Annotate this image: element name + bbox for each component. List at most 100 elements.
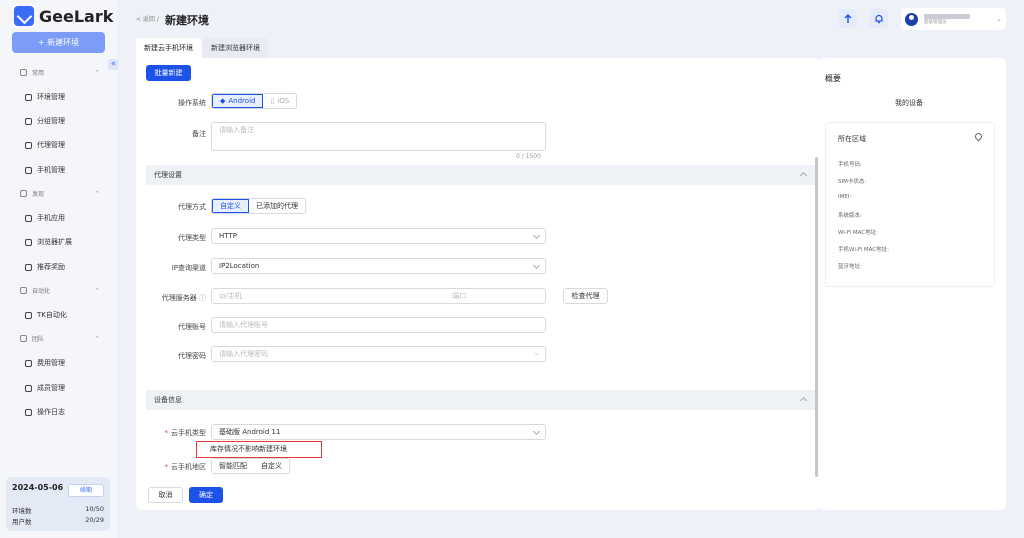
ip-channel-label: IP查询渠道 (171, 264, 206, 272)
device-info-section[interactable]: 设备信息 (146, 390, 816, 410)
os-option-label: iOS (277, 97, 290, 105)
phone-type-label-text: 云手机类型 (171, 429, 206, 437)
device-field: 手机Wi-Fi MAC地址: (838, 247, 889, 253)
breadcrumb-back[interactable]: < 返回 / (136, 14, 159, 23)
nav-group-discover[interactable]: 发现 ⌃ (20, 189, 100, 198)
tab-browser[interactable]: 新建浏览器环境 (203, 38, 268, 59)
sidebar-item-label: 费用管理 (37, 359, 65, 367)
members-icon (25, 384, 32, 392)
nav-group-label: 团队 (32, 336, 45, 343)
sidebar-item-phone-management[interactable]: 手机管理 (25, 165, 65, 175)
chevron-down-icon (532, 427, 541, 436)
proxy-mode-saved[interactable]: 已添加的代理 (249, 199, 305, 213)
os-option-android[interactable]: ◆ Android (212, 94, 264, 108)
ip-channel-select[interactable]: IP2Location (211, 258, 546, 274)
sidebar-item-label: 手机应用 (37, 214, 65, 222)
region-label-text: 云手机地区 (171, 463, 206, 471)
notification-button[interactable] (869, 9, 888, 28)
batch-create-button[interactable]: 批量新建 (146, 65, 191, 81)
log-icon (25, 408, 32, 416)
user-role: 超级管理员 (924, 19, 947, 25)
nav-group-common[interactable]: 常用 ⌃ (20, 68, 100, 77)
region-title: 所在区域 (838, 135, 866, 143)
proxy-account-input[interactable]: 请输入代理账号 (211, 317, 546, 333)
os-option-label: Android (228, 97, 256, 105)
new-environment-button[interactable]: + 新建环境 (12, 32, 105, 53)
home-icon (20, 69, 27, 76)
sidebar-item-browser-extensions[interactable]: 浏览器扩展 (25, 237, 72, 247)
proxy-server-input[interactable]: ip/主机:端口 (211, 288, 546, 304)
device-field: 蓝牙地址: (838, 264, 862, 270)
device-field: SIM卡状态: (838, 179, 867, 185)
region-selector: 智能匹配 自定义 (211, 458, 290, 474)
sidebar-item-label: TK自动化 (37, 311, 67, 319)
device-field: Wi-Fi MAC地址: (838, 230, 878, 236)
sidebar-item-proxy-management[interactable]: 代理管理 (25, 140, 65, 150)
proxy-mode-custom[interactable]: 自定义 (212, 199, 249, 213)
region-label: * 云手机地区 (136, 462, 207, 472)
os-selector: ◆ Android ▯ iOS (211, 93, 298, 109)
tiktok-icon (25, 311, 32, 319)
region-option-smart[interactable]: 智能匹配 (212, 459, 254, 473)
env-count-value: 10/50 (85, 505, 104, 513)
sidebar-item-operation-log[interactable]: 操作日志 (25, 407, 65, 417)
note-placeholder: 请输入备注 (219, 126, 254, 134)
proxy-mode-label: 代理方式 (178, 203, 206, 211)
proxy-settings-section[interactable]: 代理设置 (146, 165, 816, 185)
discover-icon (20, 190, 27, 197)
required-mark: * (164, 429, 169, 437)
sidebar-item-group-management[interactable]: 分组管理 (25, 116, 65, 126)
sidebar-item-label: 手机管理 (37, 166, 65, 174)
user-menu[interactable]: 超级管理员 ⌄ (901, 8, 1006, 30)
device-field: 手机号码: (838, 162, 862, 168)
proxy-password-input[interactable]: 请输入代理密码 ⌣ (211, 346, 546, 362)
chevron-up-icon: ⌃ (94, 68, 100, 77)
upload-button[interactable] (838, 9, 857, 28)
sidebar-item-label: 浏览器扩展 (37, 238, 72, 246)
extension-icon (25, 238, 32, 246)
nav-group-team[interactable]: 团队 ⌃ (20, 334, 100, 343)
device-field: 系统版本: (838, 213, 862, 219)
region-option-custom[interactable]: 自定义 (254, 459, 289, 473)
sidebar-item-phone-apps[interactable]: 手机应用 (25, 213, 65, 223)
nav-group-label: 自动化 (32, 288, 51, 295)
team-icon (20, 335, 27, 342)
sidebar-item-referral-rewards[interactable]: 推荐奖励 (25, 262, 65, 272)
help-icon[interactable]: ⓘ (199, 294, 206, 302)
note-textarea[interactable]: 请输入备注 (211, 122, 546, 151)
required-mark: * (164, 463, 169, 471)
section-title: 代理设置 (154, 171, 182, 179)
renew-button[interactable]: 续期 (68, 484, 104, 497)
chevron-down-icon (532, 261, 541, 270)
user-count-label: 用户数 (12, 518, 32, 526)
phone-type-select[interactable]: 基础版 Android 11 (211, 424, 546, 440)
nav-group-label: 常用 (32, 70, 45, 77)
sidebar-item-env-management[interactable]: 环境管理 (25, 92, 65, 102)
chevron-down-icon: ⌄ (996, 15, 1002, 23)
cancel-button[interactable]: 取消 (148, 487, 183, 503)
proxy-password-placeholder: 请输入代理密码 (219, 350, 268, 358)
os-option-ios[interactable]: ▯ iOS (263, 94, 296, 108)
check-proxy-button[interactable]: 检查代理 (563, 288, 608, 304)
tab-cloud-phone[interactable]: 新建云手机环境 (136, 38, 201, 59)
phone-type-value: 基础版 Android 11 (219, 428, 281, 436)
nav-group-automation[interactable]: 自动化 ⌃ (20, 286, 100, 295)
sidebar-item-tk-automation[interactable]: TK自动化 (25, 310, 67, 320)
chevron-up-icon (799, 396, 808, 405)
sidebar-item-label: 分组管理 (37, 117, 65, 125)
sidebar-item-members[interactable]: 成员管理 (25, 383, 65, 393)
sidebar-item-billing[interactable]: 费用管理 (25, 358, 65, 368)
logo: GeeLark (14, 6, 113, 26)
chevron-up-icon (799, 171, 808, 180)
gift-icon (25, 263, 32, 271)
automation-icon (20, 287, 27, 294)
eye-icon[interactable]: ⌣ (534, 347, 539, 361)
confirm-button[interactable]: 确定 (189, 487, 223, 503)
sidebar-item-label: 成员管理 (37, 384, 65, 392)
proxy-account-label: 代理账号 (178, 323, 206, 331)
chevron-up-icon: ⌃ (94, 286, 100, 295)
form-scrollbar[interactable] (815, 157, 818, 477)
collapse-sidebar-icon[interactable]: « (108, 59, 119, 70)
proxy-server-label: 代理服务器 ⓘ (136, 293, 206, 303)
proxy-type-select[interactable]: HTTP (211, 228, 546, 244)
